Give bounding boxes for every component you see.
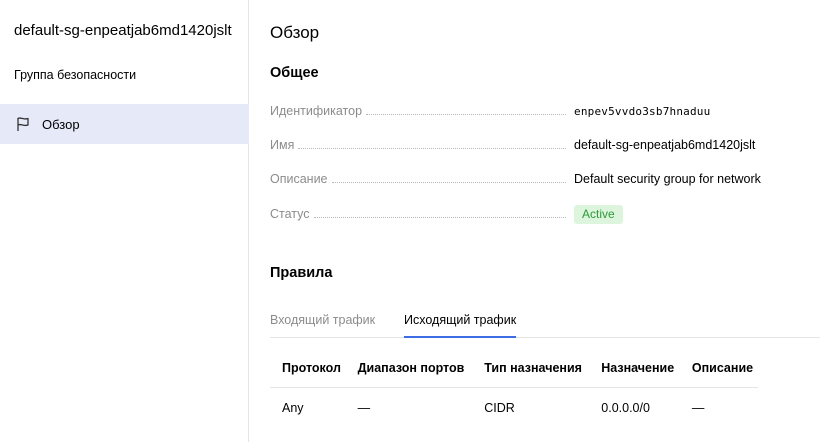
leader-dots — [331, 181, 566, 183]
resource-name: default-sg-enpeatjab6md1420jslt — [14, 22, 232, 39]
field-value-name: default-sg-enpeatjab6md1420jslt — [574, 138, 756, 152]
field-label: Идентификатор — [270, 104, 363, 118]
flag-icon — [14, 115, 32, 133]
main-content: Обзор Общее Идентификатор enpev5vvdo3sb7… — [270, 0, 820, 442]
page-title: Обзор — [270, 23, 320, 42]
field-value-id: enpev5vvdo3sb7hnaduu — [574, 104, 711, 118]
field-row-id: Идентификатор enpev5vvdo3sb7hnaduu — [270, 101, 800, 121]
field-row-name: Имя default-sg-enpeatjab6md1420jslt — [270, 135, 800, 155]
cell-port-range: — — [357, 400, 371, 415]
column-header-destination-type: Тип назначения — [472, 350, 590, 388]
field-label: Статус — [270, 207, 310, 221]
leader-dots — [298, 147, 566, 149]
rules-table: Протокол Диапазон портов Тип назначения … — [270, 350, 758, 428]
leader-dots — [313, 216, 566, 218]
cell-description: — — [691, 400, 705, 415]
section-rules-title: Правила — [270, 265, 333, 281]
field-row-status: Статус Active — [270, 204, 800, 224]
table-header-row: Протокол Диапазон портов Тип назначения … — [270, 350, 758, 388]
column-header-port-range: Диапазон портов — [345, 350, 473, 388]
status-badge: Active — [574, 204, 623, 224]
leader-dots — [366, 113, 566, 115]
resource-type: Группа безопасности — [14, 68, 137, 82]
column-header-description: Описание — [679, 350, 758, 388]
cell-protocol: Any — [282, 400, 304, 415]
field-label: Имя — [270, 138, 295, 152]
field-value-description: Default security group for network — [574, 172, 761, 186]
section-general-title: Общее — [270, 65, 319, 81]
column-header-protocol: Протокол — [270, 350, 346, 388]
tab-ingress[interactable]: Входящий трафик — [270, 312, 375, 338]
traffic-tabs: Входящий трафик Исходящий трафик — [270, 308, 820, 338]
sidebar: default-sg-enpeatjab6md1420jslt Группа б… — [0, 0, 249, 442]
tab-egress[interactable]: Исходящий трафик — [404, 312, 517, 338]
cell-destination-type: CIDR — [484, 400, 515, 415]
sidebar-item-overview[interactable]: Обзор — [0, 104, 249, 144]
cell-destination: 0.0.0.0/0 — [601, 400, 650, 415]
column-header-destination: Назначение — [589, 350, 680, 388]
field-label: Описание — [270, 172, 328, 186]
sidebar-item-label: Обзор — [42, 116, 80, 132]
table-row[interactable]: Any — CIDR 0.0.0.0/0 — — [270, 387, 758, 428]
field-row-description: Описание Default security group for netw… — [270, 169, 800, 189]
